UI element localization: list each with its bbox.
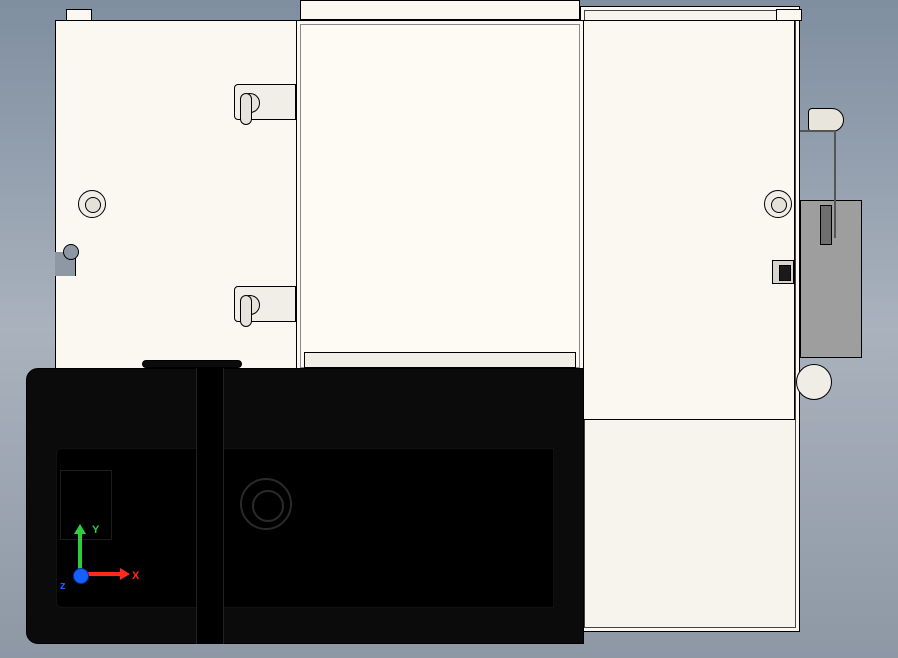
z-axis-icon [73,568,89,584]
standoff-slot-icon [240,93,252,125]
x-arrow-icon [120,568,130,580]
top-left-tab [66,9,92,21]
center-plate-inner [300,24,580,368]
x-axis-label: X [132,570,139,582]
left-bolt-icon [78,190,106,218]
right-bolt-icon [764,190,792,218]
standoff-top-left [234,84,296,120]
motor-top-rib [142,360,242,368]
motor-circle-icon [240,478,292,530]
top-right-cylinder [808,108,844,132]
top-right-bracket [800,130,836,238]
right-notch [772,260,794,284]
z-axis-label: z [60,580,66,592]
top-right-tab [776,9,802,21]
motor-vertical-rib [196,368,224,644]
orientation-triad[interactable]: Y X z [40,528,110,598]
standoff-slot-icon [240,295,252,327]
standoff-bottom-left [234,286,296,322]
left-notch [55,252,76,276]
top-center-raised [300,0,580,20]
cad-viewport[interactable]: Y X z [0,0,898,658]
right-round-boss [796,364,832,400]
y-arrow-icon [74,524,86,534]
motor-inset [56,448,554,608]
y-axis-label: Y [92,524,99,536]
center-bottom-slot [304,352,576,368]
